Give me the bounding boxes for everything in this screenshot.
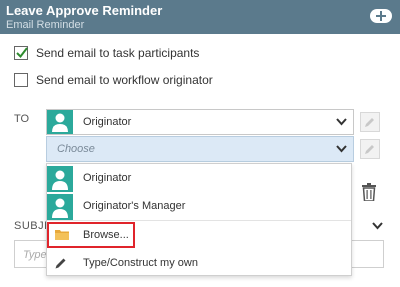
dropdown-item-type-construct[interactable]: Type/Construct my own [47, 249, 351, 277]
dropdown-item-label: Originator [83, 172, 132, 184]
dropdown-item-originator[interactable]: Originator [47, 164, 351, 192]
dropdown-item-label: Type/Construct my own [83, 257, 198, 269]
send-originator-label: Send email to workflow originator [36, 73, 213, 87]
to-recipient-select[interactable]: Originator [46, 109, 354, 135]
page-title: Leave Approve Reminder [6, 3, 163, 18]
send-originator-checkbox[interactable] [14, 73, 28, 87]
user-icon [47, 166, 73, 192]
dropdown-item-browse[interactable]: Browse... [47, 221, 351, 249]
chevron-down-icon[interactable] [336, 145, 347, 153]
pencil-icon [365, 145, 374, 154]
send-originator-option[interactable]: Send email to workflow originator [14, 73, 213, 87]
edit-recipient-button[interactable] [360, 112, 380, 132]
dropdown-item-originators-manager[interactable]: Originator's Manager [47, 192, 351, 220]
page-subtitle: Email Reminder [6, 19, 85, 31]
subject-placeholder: Type [23, 249, 47, 261]
to-label: TO [14, 113, 30, 125]
trash-icon[interactable] [362, 183, 376, 201]
send-participants-option[interactable]: Send email to task participants [14, 46, 199, 60]
plus-icon [376, 11, 386, 21]
edit-choose-button[interactable] [360, 139, 380, 159]
panel-header: Leave Approve Reminder Email Reminder [0, 0, 400, 34]
pencil-icon [55, 258, 66, 269]
chevron-down-icon[interactable] [336, 118, 347, 126]
pencil-icon [365, 118, 374, 127]
dropdown-item-label: Originator's Manager [83, 200, 186, 212]
choose-recipient-select[interactable]: Choose [46, 136, 354, 162]
choose-placeholder: Choose [57, 143, 95, 155]
header-action-button[interactable] [370, 9, 392, 23]
recipient-dropdown-menu: Originator Originator's Manager Browse..… [46, 163, 352, 276]
send-participants-checkbox[interactable] [14, 46, 28, 60]
to-selected-value: Originator [83, 116, 132, 128]
checkmark-icon [16, 47, 28, 59]
user-icon [47, 110, 73, 134]
browse-highlight-box [47, 222, 135, 248]
send-participants-label: Send email to task participants [36, 46, 200, 60]
chevron-down-icon[interactable] [372, 222, 383, 230]
user-icon [47, 194, 73, 220]
